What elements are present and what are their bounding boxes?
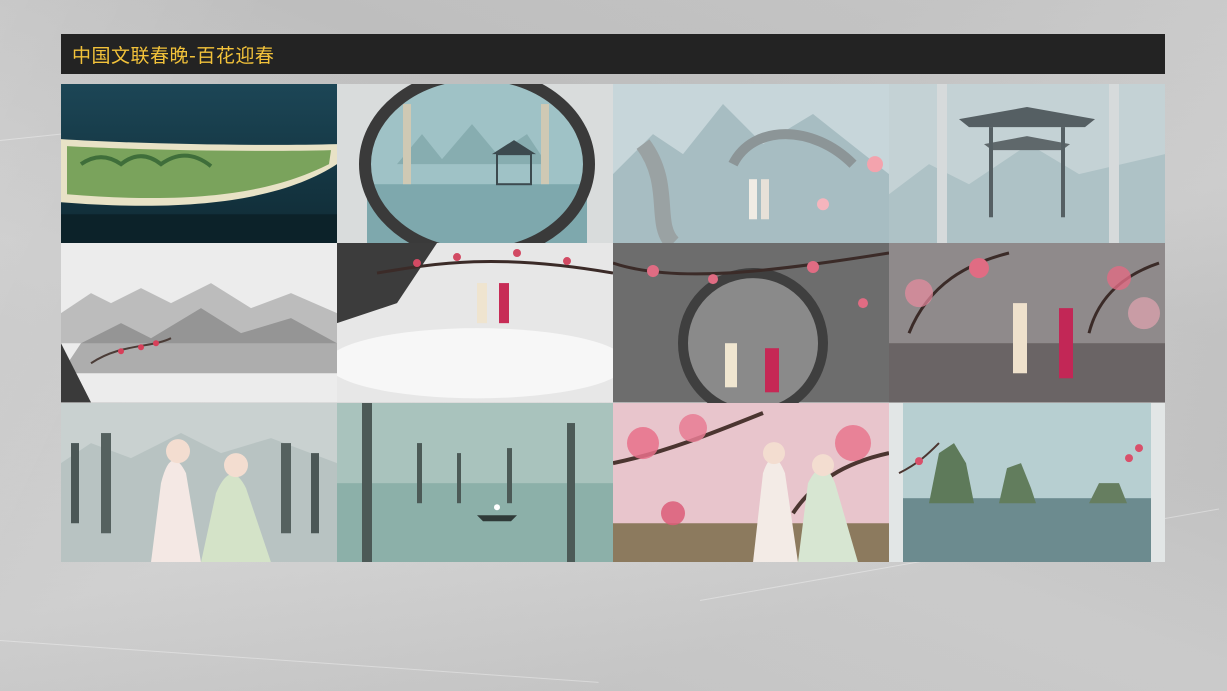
thumbnail-image xyxy=(61,243,337,403)
thumbnail-image xyxy=(889,243,1165,403)
thumbnail-image xyxy=(613,243,889,403)
thumbnail-image xyxy=(337,84,613,244)
marble-vein xyxy=(0,640,599,683)
image-gallery xyxy=(61,84,1165,562)
thumbnail-image xyxy=(61,402,337,562)
thumbnail-image xyxy=(61,84,337,244)
title-bar: 中国文联春晚-百花迎春 xyxy=(61,34,1165,74)
thumbnail-image xyxy=(613,402,889,562)
gallery-tile-3[interactable] xyxy=(613,84,889,244)
gallery-tile-1[interactable] xyxy=(61,84,337,244)
thumbnail-image xyxy=(337,402,613,562)
gallery-tile-2[interactable] xyxy=(337,84,613,244)
gallery-tile-9[interactable] xyxy=(61,402,337,562)
thumbnail-image xyxy=(613,84,889,244)
thumbnail-image xyxy=(889,402,1165,562)
gallery-tile-4[interactable] xyxy=(889,84,1165,244)
page-title: 中国文联春晚-百花迎春 xyxy=(72,44,275,67)
thumbnail-image xyxy=(337,243,613,403)
thumbnail-image xyxy=(889,84,1165,244)
gallery-tile-11[interactable] xyxy=(613,402,889,562)
gallery-tile-12[interactable] xyxy=(889,402,1165,562)
gallery-tile-6[interactable] xyxy=(337,243,613,403)
gallery-tile-7[interactable] xyxy=(613,243,889,403)
gallery-tile-10[interactable] xyxy=(337,402,613,562)
gallery-tile-5[interactable] xyxy=(61,243,337,403)
gallery-tile-8[interactable] xyxy=(889,243,1165,403)
